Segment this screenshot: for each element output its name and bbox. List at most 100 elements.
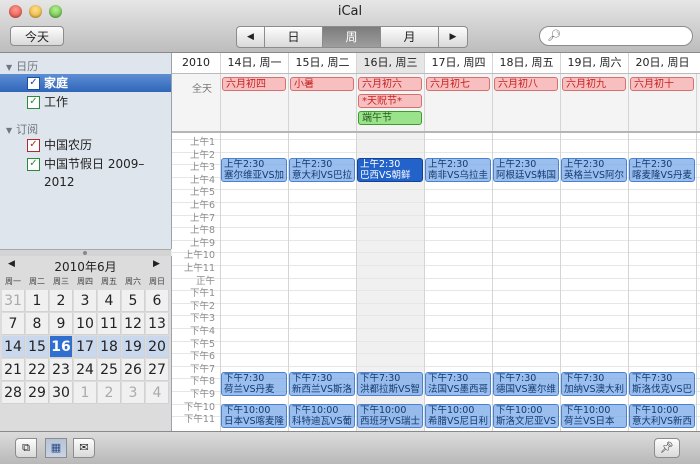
month-view-button[interactable]: 月 bbox=[381, 27, 439, 47]
calendar-checkbox[interactable]: ✓ bbox=[27, 96, 40, 109]
calendar-event[interactable]: 下午10:00 希腊VS尼日利 bbox=[425, 403, 491, 428]
calendar-event[interactable]: 下午10:00 荷兰VS日本 bbox=[561, 403, 627, 428]
mini-day[interactable]: 11 bbox=[98, 313, 121, 335]
search-field[interactable]: 🔎︎ bbox=[539, 26, 693, 46]
day-header-4[interactable]: 18日, 周五 bbox=[492, 53, 560, 73]
all-day-event[interactable]: 六月初十 bbox=[630, 77, 694, 91]
mini-day[interactable]: 22 bbox=[26, 359, 49, 381]
mini-day[interactable]: 2 bbox=[98, 382, 121, 404]
calendar-event[interactable]: 下午7:30 法国VS墨西哥 bbox=[425, 372, 491, 397]
mini-day[interactable]: 2 bbox=[50, 290, 73, 312]
mini-day[interactable]: 20 bbox=[146, 336, 169, 358]
calendar-event[interactable]: 下午7:30 新西兰VS斯洛 bbox=[289, 372, 355, 397]
next-week-button[interactable]: ▶ bbox=[439, 27, 467, 47]
calendar-item-work[interactable]: ✓ 工作 bbox=[0, 93, 171, 111]
mini-day[interactable]: 19 bbox=[122, 336, 145, 358]
mini-day[interactable]: 4 bbox=[98, 290, 121, 312]
calendar-event[interactable]: 上午2:30 阿根廷VS韩国 bbox=[493, 157, 559, 183]
calendar-item-holidays[interactable]: ✓ 中国节假日 2009–2012 bbox=[0, 155, 171, 189]
day-header-6[interactable]: 20日, 周日 bbox=[628, 53, 696, 73]
all-day-event[interactable]: *天贶节* bbox=[358, 94, 422, 108]
subscriptions-section-header[interactable]: ▼ 订阅 bbox=[6, 121, 38, 137]
calendar-event[interactable]: 上午2:30 巴西VS朝鲜 bbox=[357, 157, 423, 183]
pushpin-icon: 📌︎ bbox=[660, 441, 674, 454]
event-time: 上午2:30 bbox=[292, 158, 333, 170]
mini-day[interactable]: 13 bbox=[146, 313, 169, 335]
calendar-event[interactable]: 下午10:00 西班牙VS瑞士 bbox=[357, 403, 423, 428]
calendar-event[interactable]: 下午10:00 日本VS喀麦隆 bbox=[221, 403, 287, 428]
mini-day[interactable]: 1 bbox=[26, 290, 49, 312]
column-divider bbox=[492, 74, 493, 131]
calendar-event[interactable]: 上午2:30 塞尔维亚VS加 bbox=[221, 157, 287, 183]
mini-day[interactable]: 3 bbox=[122, 382, 145, 404]
calendars-section-header[interactable]: ▼ 日历 bbox=[6, 58, 38, 74]
calendar-event[interactable]: 上午2:30 英格兰VS阿尔 bbox=[561, 157, 627, 183]
day-header-0[interactable]: 14日, 周一 bbox=[220, 53, 288, 73]
mini-day[interactable]: 4 bbox=[146, 382, 169, 404]
event-time: 下午10:00 bbox=[428, 404, 475, 416]
calendar-event[interactable]: 上午2:30 南非VS乌拉圭 bbox=[425, 157, 491, 183]
calendar-event[interactable]: 下午10:00 意大利VS新西 bbox=[629, 403, 695, 428]
mini-day[interactable]: 10 bbox=[74, 313, 97, 335]
calendar-event[interactable]: 下午7:30 斯洛伐克VS巴 bbox=[629, 372, 695, 397]
calendar-event[interactable]: 上午2:30 喀麦隆VS丹麦 bbox=[629, 157, 695, 183]
all-day-event[interactable]: 六月初七 bbox=[426, 77, 490, 91]
day-header-2[interactable]: 16日, 周三 bbox=[356, 53, 424, 73]
day-header-5[interactable]: 19日, 周六 bbox=[560, 53, 628, 73]
mini-day[interactable]: 28 bbox=[2, 382, 25, 404]
mini-day[interactable]: 8 bbox=[26, 313, 49, 335]
mini-day[interactable]: 7 bbox=[2, 313, 25, 335]
mini-day[interactable]: 24 bbox=[74, 359, 97, 381]
mini-day[interactable]: 29 bbox=[26, 382, 49, 404]
mini-day[interactable]: 6 bbox=[146, 290, 169, 312]
calendar-event[interactable]: 下午7:30 洪都拉斯VS智 bbox=[357, 372, 423, 397]
mini-next-month-button[interactable]: ▶ bbox=[153, 259, 160, 269]
day-header-3[interactable]: 17日, 周四 bbox=[424, 53, 492, 73]
mini-day[interactable]: 16 bbox=[50, 336, 73, 358]
calendar-event[interactable]: 下午7:30 荷兰VS丹麦 bbox=[221, 372, 287, 397]
mini-day[interactable]: 25 bbox=[98, 359, 121, 381]
day-header-1[interactable]: 15日, 周二 bbox=[288, 53, 356, 73]
pin-button[interactable]: 📌︎ bbox=[654, 438, 680, 458]
mini-day[interactable]: 1 bbox=[74, 382, 97, 404]
week-view-button[interactable]: 周 bbox=[323, 27, 381, 47]
calendars-list-button[interactable]: ⧉ bbox=[15, 438, 37, 458]
day-view-button[interactable]: 日 bbox=[265, 27, 323, 47]
calendar-checkbox[interactable]: ✓ bbox=[27, 77, 40, 90]
calendar-event[interactable]: 上午2:30 意大利VS巴拉 bbox=[289, 157, 355, 183]
mini-day[interactable]: 15 bbox=[26, 336, 49, 358]
all-day-event[interactable]: 端午节 bbox=[358, 111, 422, 125]
calendar-event[interactable]: 下午7:30 德国VS塞尔维 bbox=[493, 372, 559, 397]
calendar-item-lunar[interactable]: ✓ 中国农历 bbox=[0, 136, 171, 154]
mini-day[interactable]: 17 bbox=[74, 336, 97, 358]
mini-day[interactable]: 18 bbox=[98, 336, 121, 358]
all-day-event[interactable]: 六月初八 bbox=[494, 77, 558, 91]
all-day-event[interactable]: 六月初九 bbox=[562, 77, 626, 91]
notifications-button[interactable]: ✉ bbox=[73, 438, 95, 458]
mini-day[interactable]: 30 bbox=[50, 382, 73, 404]
mini-day[interactable]: 9 bbox=[50, 313, 73, 335]
mini-day[interactable]: 5 bbox=[122, 290, 145, 312]
previous-week-button[interactable]: ◀ bbox=[237, 27, 265, 47]
calendar-checkbox[interactable]: ✓ bbox=[27, 139, 40, 152]
mini-day[interactable]: 21 bbox=[2, 359, 25, 381]
mini-calendar-button[interactable]: ▦ bbox=[45, 438, 67, 458]
search-input[interactable] bbox=[566, 28, 690, 46]
mini-day[interactable]: 27 bbox=[146, 359, 169, 381]
mini-day[interactable]: 26 bbox=[122, 359, 145, 381]
calendar-event[interactable]: 下午10:00 斯洛文尼亚VS bbox=[493, 403, 559, 428]
mini-day[interactable]: 23 bbox=[50, 359, 73, 381]
mini-day[interactable]: 31 bbox=[2, 290, 25, 312]
calendar-item-family[interactable]: ✓ 家庭 bbox=[0, 74, 171, 92]
mini-day[interactable]: 12 bbox=[122, 313, 145, 335]
mini-day[interactable]: 14 bbox=[2, 336, 25, 358]
all-day-event[interactable]: 六月初四 bbox=[222, 77, 286, 91]
all-day-event[interactable]: 小暑 bbox=[290, 77, 354, 91]
mini-day[interactable]: 3 bbox=[74, 290, 97, 312]
calendar-checkbox[interactable]: ✓ bbox=[27, 158, 40, 171]
all-day-event[interactable]: 六月初六 bbox=[358, 77, 422, 91]
today-button[interactable]: 今天 bbox=[10, 26, 64, 46]
event-title: 荷兰VS丹麦 bbox=[224, 384, 275, 396]
calendar-event[interactable]: 下午10:00 科特迪瓦VS葡 bbox=[289, 403, 355, 428]
calendar-event[interactable]: 下午7:30 加纳VS澳大利 bbox=[561, 372, 627, 397]
